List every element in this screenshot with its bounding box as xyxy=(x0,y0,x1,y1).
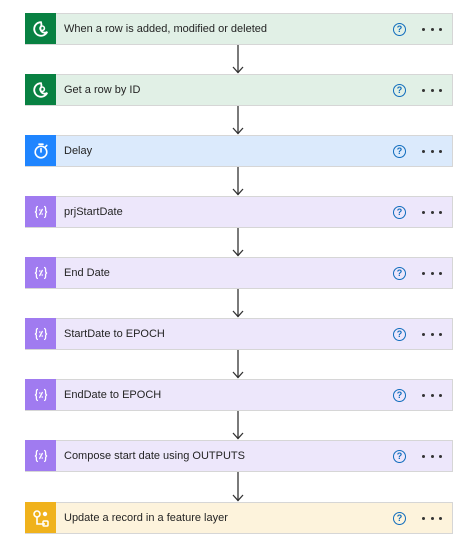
flow-step-1[interactable]: When a row is added, modified or deleted… xyxy=(25,13,453,45)
help-circle-icon[interactable]: ? xyxy=(393,205,406,219)
variable-icon xyxy=(25,196,56,227)
flow-step-7[interactable]: EndDate to EPOCH? xyxy=(25,379,453,411)
flow-step-3[interactable]: Delay? xyxy=(25,135,453,167)
dataverse-icon xyxy=(25,74,56,105)
help-circle-icon[interactable]: ? xyxy=(393,266,406,280)
connector-arrow-icon xyxy=(231,228,245,257)
help-circle-icon[interactable]: ? xyxy=(393,83,406,97)
more-options-icon[interactable] xyxy=(422,205,442,219)
variable-icon xyxy=(25,318,56,349)
flow-step-label: Update a record in a feature layer xyxy=(64,512,228,524)
variable-icon xyxy=(25,440,56,471)
connector-arrow-icon xyxy=(231,472,245,502)
timer-icon xyxy=(25,135,56,166)
flow-step-label: Compose start date using OUTPUTS xyxy=(64,450,245,462)
flow-step-label: End Date xyxy=(64,267,110,279)
flow-step-8[interactable]: Compose start date using OUTPUTS? xyxy=(25,440,453,472)
flow-step-label: prjStartDate xyxy=(64,206,123,218)
flow-step-2[interactable]: Get a row by ID? xyxy=(25,74,453,106)
flow-step-label: Delay xyxy=(64,145,93,157)
connector-arrow-icon xyxy=(231,411,245,440)
more-options-icon[interactable] xyxy=(422,83,442,97)
more-options-icon[interactable] xyxy=(422,144,442,158)
more-options-icon[interactable] xyxy=(422,511,442,525)
connector-arrow-icon xyxy=(231,289,245,318)
help-circle-icon[interactable]: ? xyxy=(393,449,406,463)
dataverse-icon xyxy=(25,13,56,44)
variable-icon xyxy=(25,257,56,288)
more-options-icon[interactable] xyxy=(422,22,442,36)
variable-icon xyxy=(25,379,56,410)
help-circle-icon[interactable]: ? xyxy=(393,388,406,402)
flow-step-5[interactable]: End Date? xyxy=(25,257,453,289)
arcgis-icon xyxy=(25,502,56,533)
flow-step-label: Get a row by ID xyxy=(64,84,141,96)
help-circle-icon[interactable]: ? xyxy=(393,327,406,341)
help-circle-icon[interactable]: ? xyxy=(393,144,406,158)
flow-step-6[interactable]: StartDate to EPOCH? xyxy=(25,318,453,350)
help-circle-icon[interactable]: ? xyxy=(393,511,406,525)
help-circle-icon[interactable]: ? xyxy=(393,22,406,36)
more-options-icon[interactable] xyxy=(422,266,442,280)
flow-step-label: When a row is added, modified or deleted xyxy=(64,23,268,35)
connector-arrow-icon xyxy=(231,167,245,196)
flow-step-label: StartDate to EPOCH xyxy=(64,328,165,340)
connector-arrow-icon xyxy=(231,45,245,74)
more-options-icon[interactable] xyxy=(422,388,442,402)
connector-arrow-icon xyxy=(231,350,245,379)
flow-step-label: EndDate to EPOCH xyxy=(64,389,162,401)
flow-step-9[interactable]: Update a record in a feature layer? xyxy=(25,502,453,534)
more-options-icon[interactable] xyxy=(422,327,442,341)
flow-step-4[interactable]: prjStartDate? xyxy=(25,196,453,228)
more-options-icon[interactable] xyxy=(422,449,442,463)
connector-arrow-icon xyxy=(231,106,245,135)
